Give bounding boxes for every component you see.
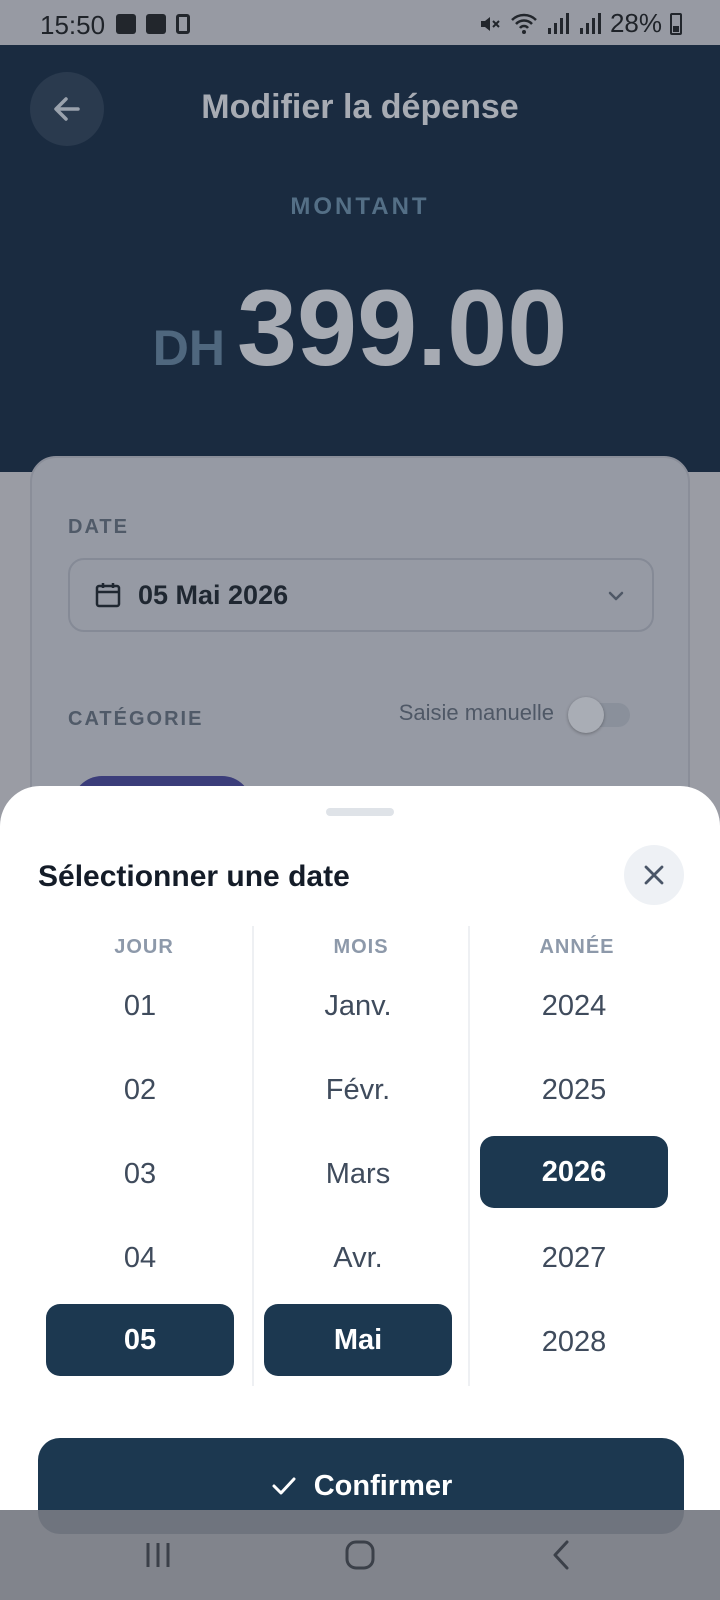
status-bar: 15:50 28%: [0, 0, 720, 45]
check-icon: [272, 1477, 296, 1495]
amount-display[interactable]: DH 399.00: [0, 265, 720, 390]
manual-entry-toggle[interactable]: [568, 695, 632, 733]
phone-icon: [176, 14, 190, 34]
month-option[interactable]: Févr.: [264, 1054, 452, 1126]
month-options: Janv. Févr. Mars Avr. Mai: [254, 970, 468, 1386]
year-option[interactable]: 2025: [480, 1054, 668, 1126]
month-option[interactable]: Janv.: [264, 970, 452, 1042]
calendar-icon: [95, 583, 121, 608]
system-icons: 28%: [478, 8, 682, 39]
confirm-label: Confirmer: [313, 1469, 453, 1502]
recents-button[interactable]: [128, 1530, 188, 1580]
month-option[interactable]: Mars: [264, 1138, 452, 1210]
checkbox-icon: [146, 14, 166, 34]
day-column-header: JOUR: [114, 936, 174, 958]
battery-icon: [670, 12, 682, 35]
day-option[interactable]: 01: [46, 970, 234, 1042]
year-option[interactable]: 2028: [480, 1306, 668, 1378]
year-option-selected[interactable]: 2026: [480, 1136, 668, 1208]
day-column[interactable]: JOUR 01 02 03 04 05: [36, 926, 252, 1386]
sheet-title: Sélectionner une date: [38, 860, 350, 893]
date-wheel-picker: JOUR 01 02 03 04 05 MOIS Janv. Févr. Mar…: [36, 926, 684, 1386]
home-button[interactable]: [330, 1530, 390, 1580]
amount-label: MONTANT: [290, 193, 430, 220]
date-value: 05 Mai 2026: [138, 579, 289, 610]
amount-value: 399.00: [236, 267, 568, 388]
year-column-header: ANNÉE: [539, 936, 615, 958]
sheet-handle[interactable]: [326, 808, 394, 816]
toggle-knob: [568, 697, 604, 733]
currency-label: DH: [152, 320, 225, 376]
status-time: 15:50: [40, 10, 106, 40]
year-options: 2024 2025 2026 2027 2028: [470, 970, 684, 1386]
day-option[interactable]: 04: [46, 1222, 234, 1294]
recents-icon: [146, 1543, 170, 1567]
month-column-header: MOIS: [333, 936, 389, 958]
year-option[interactable]: 2027: [480, 1222, 668, 1294]
manual-entry-label: Saisie manuelle: [398, 700, 554, 725]
battery-level: 28%: [609, 8, 662, 38]
day-options: 01 02 03 04 05: [36, 970, 252, 1386]
signal-icon: [579, 12, 601, 34]
nav-back-icon: [553, 1540, 569, 1570]
date-field[interactable]: 05 Mai 2026: [68, 558, 654, 632]
day-option[interactable]: 02: [46, 1054, 234, 1126]
month-option[interactable]: Avr.: [264, 1222, 452, 1294]
page-title: Modifier la dépense: [201, 88, 519, 126]
date-picker-sheet: Sélectionner une date JOUR 01 02 03 04 0…: [0, 786, 720, 1600]
close-button[interactable]: [624, 845, 684, 905]
expense-header: Modifier la dépense MONTANT DH 399.00: [0, 45, 720, 472]
gallery-icon: [116, 14, 136, 34]
year-column[interactable]: ANNÉE 2024 2025 2026 2027 2028: [468, 926, 684, 1386]
expense-form-card: DATE 05 Mai 2026 CATÉGORIE Saisie manuel…: [30, 456, 690, 836]
signal-icon: [547, 12, 569, 34]
category-label: CATÉGORIE: [68, 708, 204, 730]
day-option-selected[interactable]: 05: [46, 1304, 234, 1376]
chevron-down-icon: [608, 591, 624, 601]
mute-icon: [480, 16, 500, 31]
year-option[interactable]: 2024: [480, 970, 668, 1042]
nav-back-button[interactable]: [532, 1530, 592, 1580]
system-navigation-bar: [0, 1510, 720, 1600]
home-icon: [345, 1540, 375, 1570]
wifi-icon: [511, 13, 537, 34]
date-label: DATE: [68, 516, 129, 538]
close-icon: [644, 865, 664, 885]
month-option-selected[interactable]: Mai: [264, 1304, 452, 1376]
month-column[interactable]: MOIS Janv. Févr. Mars Avr. Mai: [252, 926, 468, 1386]
notification-icons: [116, 14, 190, 34]
day-option[interactable]: 03: [46, 1138, 234, 1210]
